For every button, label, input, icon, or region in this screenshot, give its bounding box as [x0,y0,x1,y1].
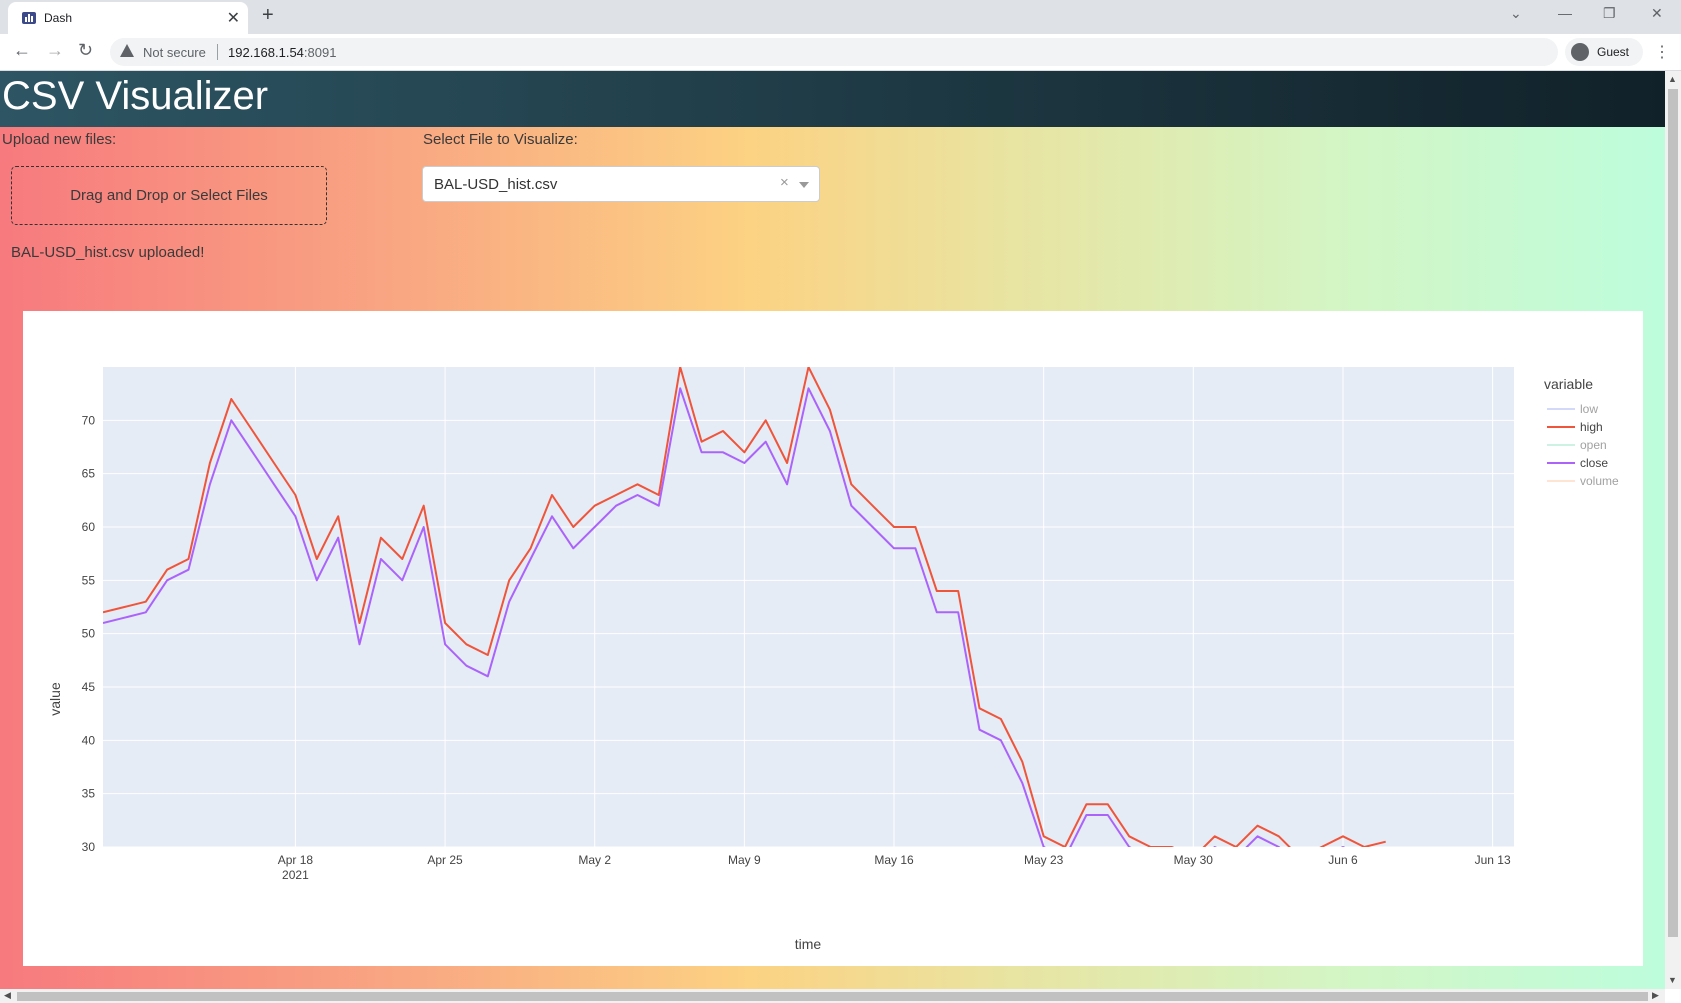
app-title: CSV Visualizer [2,74,269,118]
upload-dropzone[interactable]: Drag and Drop or Select Files [11,166,327,225]
x-tick-label: May 30 [1174,853,1214,867]
browser-toolbar: ← → ↻ Not secure 192.168.1.54:8091 Guest… [0,34,1681,71]
browser-tab[interactable]: Dash ✕ [8,2,248,34]
vertical-scrollbar[interactable]: ▲ ▼ [1665,71,1681,989]
scroll-down-icon[interactable]: ▼ [1668,975,1677,985]
file-select[interactable]: BAL-USD_hist.csv × [422,166,820,202]
horizontal-scroll-thumb[interactable] [17,992,1648,1001]
more-menu-icon[interactable]: ⋮ [1654,42,1670,62]
x-tick-label: May 23 [1024,853,1064,867]
legend-label: high [1580,420,1603,434]
restore-icon[interactable]: ❐ [1603,5,1616,22]
y-tick-label: 60 [82,520,96,534]
legend-title: variable [1544,376,1593,392]
clear-icon[interactable]: × [780,174,789,191]
graph-container: Apr 18 2021 Apr 25 May 2 May 9 May 16 May 23 Ma… [23,311,1643,966]
y-tick-label: 50 [82,627,96,641]
legend-item-volume[interactable]: volume [1547,474,1619,488]
vertical-scroll-thumb[interactable] [1668,89,1678,937]
upload-label: Upload new files: [2,131,117,148]
chevron-down-icon[interactable] [799,182,809,188]
legend-label: open [1580,438,1607,452]
select-label: Select File to Visualize: [423,131,578,148]
y-tick-label: 65 [82,467,96,481]
upload-status: BAL-USD_hist.csv uploaded! [11,244,205,261]
close-tab-icon[interactable]: ✕ [227,8,240,28]
legend-label: close [1580,456,1608,470]
y-tick-label: 35 [82,787,96,801]
dropzone-text: Drag and Drop or Select Files [70,187,268,204]
y-tick-label: 40 [82,733,96,747]
x-tick-label: Apr 25 [427,853,463,867]
profile-name: Guest [1597,45,1630,59]
plot-area[interactable] [103,367,1514,847]
legend-label: low [1580,402,1598,416]
tab-search-icon[interactable]: ⌄ [1510,5,1522,22]
not-secure-label[interactable]: Not secure [143,45,206,60]
page-viewport: CSV Visualizer Upload new files: Drag an… [0,71,1665,989]
file-select-value: BAL-USD_hist.csv [434,176,558,193]
x-tick-label: Jun 6 [1328,853,1358,867]
x-tick-sublabel: 2021 [282,868,309,882]
bar-chart-icon [22,12,36,24]
forward-icon[interactable]: → [46,40,64,61]
close-window-icon[interactable]: ✕ [1651,5,1663,22]
new-tab-icon[interactable]: + [262,4,274,27]
legend: variable low high open close volume [1544,376,1619,488]
legend-item-open[interactable]: open [1547,438,1607,452]
y-tick-label: 45 [82,680,96,694]
x-axis-title: time [795,936,822,952]
back-icon[interactable]: ← [13,40,31,61]
url-text[interactable]: 192.168.1.54:8091 [228,45,336,60]
x-tick-label: Jun 13 [1475,853,1511,867]
scroll-left-icon[interactable]: ◀ [4,990,11,1001]
reload-icon[interactable]: ↻ [78,40,93,61]
x-tick-label: May 2 [578,853,611,867]
tab-title: Dash [44,11,73,25]
y-tick-label: 70 [82,413,96,427]
y-tick-label: 30 [82,840,96,854]
separator [217,44,218,60]
scroll-right-icon[interactable]: ▶ [1652,990,1659,1001]
line-chart: Apr 182021 Apr 25 May 2 May 9 May 16 May 23 Ma… [47,367,1619,952]
browser-tabstrip: Dash ✕ + ⌄ — ❐ ✕ [0,0,1681,34]
x-tick-label: Apr 18 [278,853,314,867]
y-tick-label: 55 [82,573,96,587]
avatar-icon [1571,43,1589,61]
horizontal-scrollbar[interactable]: ◀ ▶ [0,989,1665,1003]
legend-item-close[interactable]: close [1547,456,1608,470]
scroll-up-icon[interactable]: ▲ [1668,74,1677,84]
app-header: CSV Visualizer [0,71,1665,127]
legend-item-low[interactable]: low [1547,402,1598,416]
legend-item-high[interactable]: high [1547,420,1603,434]
y-axis-title: value [47,682,63,716]
warning-icon [120,44,134,57]
address-bar[interactable]: Not secure 192.168.1.54:8091 [110,38,1558,66]
x-tick-label: May 9 [728,853,761,867]
legend-label: volume [1580,474,1619,488]
x-tick-label: May 16 [874,853,914,867]
profile-button[interactable]: Guest [1565,38,1643,66]
minimize-icon[interactable]: — [1558,5,1572,21]
